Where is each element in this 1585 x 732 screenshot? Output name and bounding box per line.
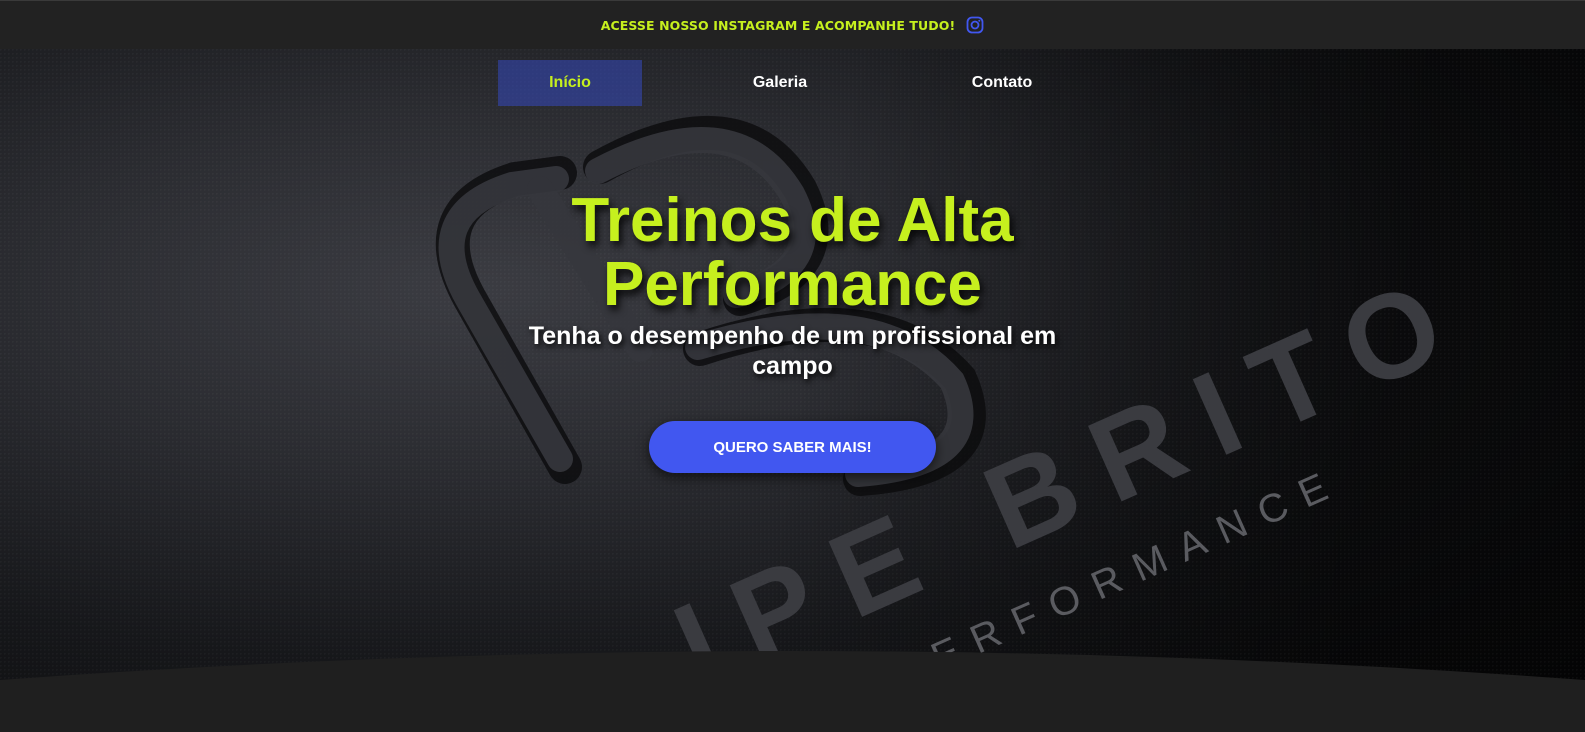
hero-title-line2: Performance: [602, 250, 983, 319]
background-logo-image: IPE BRITO PERFORMANCE: [435, 115, 1487, 713]
announcement-bar: ACESSE NOSSO INSTAGRAM E ACOMPANHE TUDO!: [0, 0, 1585, 49]
hero-subtitle-line2: campo: [752, 352, 833, 380]
hero-section: IPE BRITO PERFORMANCE Início Galeria Con…: [0, 49, 1585, 732]
hero-title: Treinos de Alta Performance: [0, 189, 1585, 317]
section-divider-curve: [0, 651, 1585, 732]
main-nav: Início Galeria Contato: [0, 60, 1585, 106]
announcement-text: ACESSE NOSSO INSTAGRAM E ACOMPANHE TUDO!: [600, 17, 956, 33]
instagram-icon[interactable]: [966, 16, 984, 34]
cta-button[interactable]: QUERO SABER MAIS!: [649, 421, 936, 473]
hero-subtitle: Tenha o desempenho de um profissional em…: [490, 321, 1095, 381]
hero-subtitle-line1: Tenha o desempenho de um profissional em: [528, 322, 1057, 350]
nav-item-inicio[interactable]: Início: [498, 60, 642, 106]
nav-item-contato[interactable]: Contato: [930, 60, 1074, 106]
hero-title-line1: Treinos de Alta: [571, 186, 1014, 255]
page: ACESSE NOSSO INSTAGRAM E ACOMPANHE TUDO!: [0, 0, 1585, 732]
nav-item-galeria[interactable]: Galeria: [708, 60, 852, 106]
